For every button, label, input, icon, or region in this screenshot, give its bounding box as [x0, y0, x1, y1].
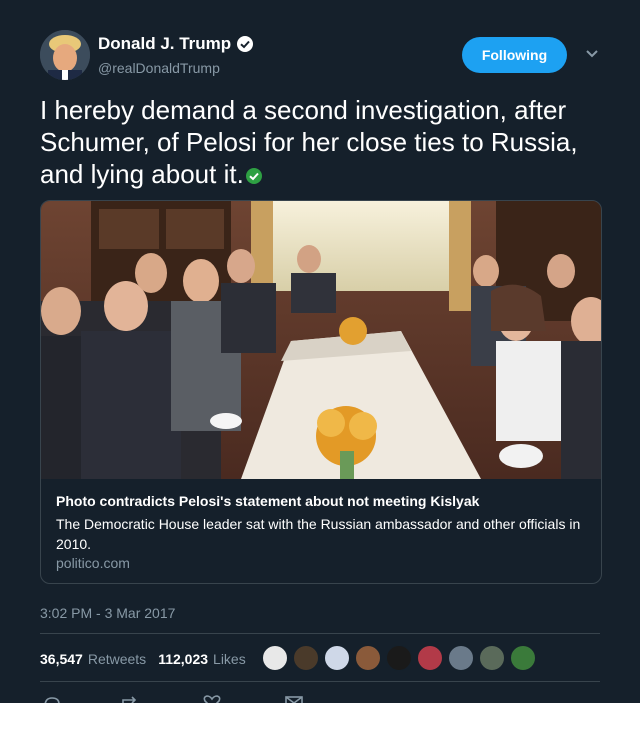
liker-avatar[interactable] — [355, 645, 381, 671]
likes-stat[interactable]: 112,023 Likes — [158, 651, 246, 667]
retweets-count: 36,547 — [40, 651, 83, 667]
direct-message-icon[interactable] — [284, 695, 304, 703]
tweet-actions — [40, 695, 340, 703]
display-name-row[interactable]: Donald J. Trump — [98, 34, 254, 54]
following-button[interactable]: Following — [462, 37, 567, 73]
like-heart-icon[interactable] — [202, 695, 222, 703]
liker-avatar[interactable] — [417, 645, 443, 671]
verified-badge-icon — [237, 36, 254, 52]
link-preview-card[interactable]: Photo contradicts Pelosi's statement abo… — [40, 200, 602, 584]
engagement-stats: 36,547 Retweets 112,023 Likes — [40, 651, 258, 667]
liker-avatar[interactable] — [293, 645, 319, 671]
article-photo — [41, 201, 601, 479]
tweet-text: I hereby demand a second investigation, … — [40, 94, 610, 190]
check-mark-icon — [245, 168, 262, 185]
link-card-description: The Democratic House leader sat with the… — [56, 516, 581, 552]
likes-label: Likes — [213, 651, 246, 667]
likes-count: 112,023 — [158, 651, 209, 667]
retweet-icon[interactable] — [120, 695, 142, 703]
divider — [40, 681, 600, 682]
liker-avatar[interactable] — [510, 645, 536, 671]
liker-avatar[interactable] — [262, 645, 288, 671]
display-name[interactable]: Donald J. Trump — [98, 34, 231, 54]
divider — [40, 633, 600, 634]
chevron-down-icon[interactable] — [584, 48, 600, 60]
liker-avatar[interactable] — [479, 645, 505, 671]
link-card-domain: politico.com — [56, 555, 130, 571]
link-card-title[interactable]: Photo contradicts Pelosi's statement abo… — [56, 493, 479, 509]
liker-avatar[interactable] — [448, 645, 474, 671]
liker-avatar[interactable] — [386, 645, 412, 671]
retweets-label: Retweets — [87, 651, 147, 667]
avatar[interactable] — [40, 30, 90, 80]
tweet-card: Donald J. Trump @realDonaldTrump Followi… — [0, 0, 640, 703]
tweet-body: I hereby demand a second investigation, … — [40, 95, 578, 189]
tweet-timestamp[interactable]: 3:02 PM - 3 Mar 2017 — [40, 605, 175, 621]
liker-avatar[interactable] — [324, 645, 350, 671]
user-handle[interactable]: @realDonaldTrump — [98, 60, 220, 76]
liker-avatars — [262, 645, 541, 671]
retweets-stat[interactable]: 36,547 Retweets — [40, 651, 146, 667]
reply-icon[interactable] — [42, 695, 62, 703]
